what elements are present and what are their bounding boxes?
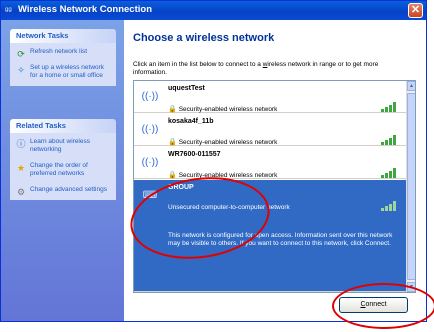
task-label: Change the order of preferred networks [30,162,88,177]
refresh-network-list-link[interactable]: ⟳ Refresh network list [14,48,112,59]
wireless-network-connection-window: ᵍᵍ Wireless Network Connection ✕ Network… [0,0,427,322]
title-bar[interactable]: ᵍᵍ Wireless Network Connection ✕ [1,1,426,20]
task-label: Set up a wireless network for a home or … [30,64,105,79]
network-description: This network is configured for open acce… [168,232,393,247]
connect-button[interactable]: Connect [339,297,408,313]
related-tasks-panel: Related Tasks ⓘ Learn about wireless net… [10,119,116,200]
info-icon: ⓘ [16,139,26,149]
security-status: 🔒 Security-enabled wireless network [168,106,278,113]
network-name: WR7600-011557 [168,151,221,158]
task-label: Learn about wireless networking [30,138,90,153]
signal-strength-icon [381,201,397,211]
signal-strength-icon [381,135,397,145]
change-advanced-settings-link[interactable]: ⚙ Change advanced settings [14,186,112,197]
network-list: ((·)) uquestTest 🔒 Security-enabled wirel… [133,80,416,293]
network-item-wr7600-011557[interactable]: ((·)) WR7600-011557 🔒 Security-enabled wi… [134,147,407,179]
network-name: uquestTest [168,85,205,92]
scroll-down-button[interactable]: ▼ [407,282,415,292]
lock-icon: 🔒 [168,172,177,179]
network-name: kosaka4f_11b [168,118,214,125]
wireless-network-icon: ᵍᵍ [5,5,12,15]
intro-text: Click an item in the list below to conne… [133,61,379,76]
settings-icon: ⚙ [16,187,26,197]
setup-wizard-icon: ✧ [17,65,25,75]
lock-icon: 🔒 [168,139,177,146]
signal-strength-icon [381,168,397,178]
signal-strength-icon [381,102,397,112]
page-heading: Choose a wireless network [133,32,275,44]
star-icon: ★ [16,163,26,173]
network-tasks-panel: Network Tasks ⟳ Refresh network list ✧ S… [10,29,116,86]
task-label: Change advanced settings [30,186,107,193]
task-label: Refresh network list [30,48,88,55]
network-name: GROUP [168,184,194,191]
window-title: Wireless Network Connection [18,4,152,15]
refresh-icon: ⟳ [17,49,25,59]
learn-about-wireless-link[interactable]: ⓘ Learn about wireless networking [14,138,112,154]
close-button[interactable]: ✕ [408,3,423,18]
security-status: Unsecured computer-to-computer network [168,204,290,211]
network-tasks-header[interactable]: Network Tasks [10,29,116,43]
wireless-network-icon: ((·)) [141,124,159,135]
lock-icon: 🔒 [168,106,177,113]
main-content: Choose a wireless network Click an item … [124,20,426,321]
computer-to-computer-icon: ⌨ [142,190,158,201]
security-status: 🔒 Security-enabled wireless network [168,139,278,146]
scroll-up-button[interactable]: ▲ [407,81,415,91]
scroll-thumb[interactable] [407,93,415,280]
change-preferred-order-link[interactable]: ★ Change the order of preferred networks [14,162,112,178]
scrollbar[interactable]: ▲ ▼ [406,81,415,292]
security-status: 🔒 Security-enabled wireless network [168,172,278,179]
network-item-group[interactable]: ⌨ GROUP Unsecured computer-to-computer n… [134,180,407,292]
setup-wireless-network-link[interactable]: ✧ Set up a wireless network for a home o… [14,64,112,80]
wireless-network-icon: ((·)) [141,157,159,168]
network-item-uquesttest[interactable]: ((·)) uquestTest 🔒 Security-enabled wirel… [134,81,407,113]
wireless-network-icon: ((·)) [141,91,159,102]
sidebar: Network Tasks ⟳ Refresh network list ✧ S… [1,20,124,321]
network-item-kosaka4f-11b[interactable]: ((·)) kosaka4f_11b 🔒 Security-enabled wir… [134,114,407,146]
related-tasks-header[interactable]: Related Tasks [10,119,116,133]
